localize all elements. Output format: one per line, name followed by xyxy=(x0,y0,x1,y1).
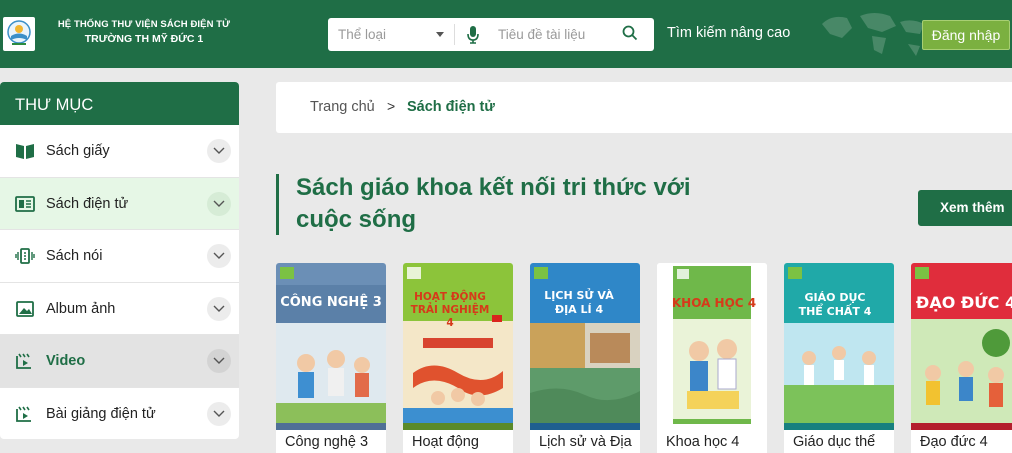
audio-book-icon xyxy=(15,248,35,264)
open-book-icon xyxy=(16,144,34,159)
sidebar-title: THƯ MỤC xyxy=(0,82,239,125)
brand-line-1: HỆ THỐNG THƯ VIỆN SÁCH ĐIỆN TỬ xyxy=(57,19,231,30)
book-cover-technology-3[interactable]: CÔNG NGHỆ 3 xyxy=(276,263,386,430)
sidebar-item-label: Sách nói xyxy=(46,248,103,264)
world-map-decoration xyxy=(822,13,924,56)
brand-name: HỆ THỐNG THƯ VIỆN SÁCH ĐIỆN TỬ TRƯỜNG TH… xyxy=(44,18,244,46)
book-cover-physical-education-4[interactable]: GIÁO DỤC THỂ CHẤT 4 xyxy=(784,263,894,430)
sidebar-item-label: Bài giảng điện tử xyxy=(46,405,156,422)
section-title: Sách giáo khoa kết nối tri thức với cuộc… xyxy=(296,174,691,233)
book-cover-ethics-4[interactable]: ĐẠO ĐỨC 4 xyxy=(911,263,1012,430)
search-bar: Thể loại xyxy=(328,18,654,51)
advanced-search-link[interactable]: Tìm kiếm nâng cao xyxy=(667,25,790,41)
book-caption[interactable]: Khoa học 4 xyxy=(666,434,739,450)
chevron-down-icon[interactable] xyxy=(207,191,231,216)
book-cover-history-geography-4[interactable]: LỊCH SỬ VÀ ĐỊA LÍ 4 xyxy=(530,263,640,430)
book-card[interactable]: CÔNG NGHỆ 3 Công nghệ 3 xyxy=(276,263,386,453)
image-icon xyxy=(16,300,34,317)
book-card[interactable]: HOẠT ĐỘNG TRẢI NGHIỆM 4 Hoạt động xyxy=(403,263,513,453)
library-logo[interactable] xyxy=(3,17,35,51)
sidebar-item-paper-books[interactable]: Sách giấy xyxy=(0,125,239,178)
book-caption[interactable]: Hoạt động xyxy=(412,434,479,450)
chevron-down-icon[interactable] xyxy=(207,244,231,268)
book-card[interactable]: ĐẠO ĐỨC 4 Đạo đức 4 xyxy=(911,263,1012,453)
chevron-down-icon[interactable] xyxy=(207,349,231,373)
cover-title: HOẠT ĐỘNG TRẢI NGHIỆM 4 xyxy=(410,291,490,329)
sidebar-item-label: Album ảnh xyxy=(46,300,116,317)
chevron-down-icon[interactable] xyxy=(207,139,231,163)
view-more-button[interactable]: Xem thêm xyxy=(918,190,1012,226)
sidebar-item-label: Sách điện tử xyxy=(46,195,129,212)
chevron-down-icon[interactable] xyxy=(207,401,231,426)
book-caption[interactable]: Đạo đức 4 xyxy=(920,434,988,450)
sidebar-item-video[interactable]: Video xyxy=(0,335,239,388)
ebook-icon xyxy=(15,195,35,212)
category-select[interactable]: Thể loại xyxy=(338,18,386,51)
search-input[interactable] xyxy=(498,22,613,47)
breadcrumb-current: Sách điện tử xyxy=(407,99,495,115)
brand-line-2: TRƯỜNG TH MỸ ĐỨC 1 xyxy=(84,33,204,45)
sidebar-item-label: Video xyxy=(46,353,86,369)
book-card[interactable]: KHOA HỌC 4 Khoa học 4 xyxy=(657,263,767,453)
sidebar-item-audiobooks[interactable]: Sách nói xyxy=(0,230,239,283)
book-cover-experience-4[interactable]: HOẠT ĐỘNG TRẢI NGHIỆM 4 xyxy=(403,263,513,430)
book-card[interactable]: GIÁO DỤC THỂ CHẤT 4 Giáo dục thể xyxy=(784,263,894,453)
section-accent-bar xyxy=(276,174,279,235)
cover-title: KHOA HỌC 4 xyxy=(671,296,757,310)
breadcrumb-separator: > xyxy=(387,98,396,114)
cover-title: LỊCH SỬ VÀ ĐỊA LÍ 4 xyxy=(544,289,614,316)
sidebar-item-label: Sách giấy xyxy=(46,143,110,159)
cover-title: ĐẠO ĐỨC 4 xyxy=(915,293,1012,312)
sidebar-item-photo-albums[interactable]: Album ảnh xyxy=(0,283,239,335)
breadcrumb-home-link[interactable]: Trang chủ xyxy=(310,99,375,115)
book-card[interactable]: LỊCH SỬ VÀ ĐỊA LÍ 4 Lịch sử và Địa xyxy=(530,263,640,453)
login-button[interactable]: Đăng nhập xyxy=(922,20,1010,50)
cover-title: GIÁO DỤC THỂ CHẤT 4 xyxy=(798,291,872,318)
breadcrumb: Trang chủ > Sách điện tử xyxy=(276,82,1012,133)
chevron-down-icon[interactable] xyxy=(207,296,231,321)
book-caption[interactable]: Giáo dục thể xyxy=(793,434,875,450)
microphone-icon[interactable] xyxy=(466,25,480,45)
site-header: HỆ THỐNG THƯ VIỆN SÁCH ĐIỆN TỬ TRƯỜNG TH… xyxy=(0,0,1012,68)
search-divider xyxy=(454,24,455,45)
lecture-icon xyxy=(16,406,31,422)
sidebar-item-e-lectures[interactable]: Bài giảng điện tử xyxy=(0,388,239,440)
sidebar: THƯ MỤC Sách giấy Sách điện tử Sách nói … xyxy=(0,82,239,439)
cover-title: CÔNG NGHỆ 3 xyxy=(280,295,382,310)
chevron-down-icon[interactable] xyxy=(436,32,444,37)
video-icon xyxy=(16,353,31,369)
book-caption[interactable]: Công nghệ 3 xyxy=(285,434,368,450)
search-icon[interactable] xyxy=(622,25,638,41)
book-caption[interactable]: Lịch sử và Địa xyxy=(539,434,632,450)
book-cover-science-4[interactable]: KHOA HỌC 4 xyxy=(657,263,767,430)
sidebar-item-ebooks[interactable]: Sách điện tử xyxy=(0,177,239,230)
